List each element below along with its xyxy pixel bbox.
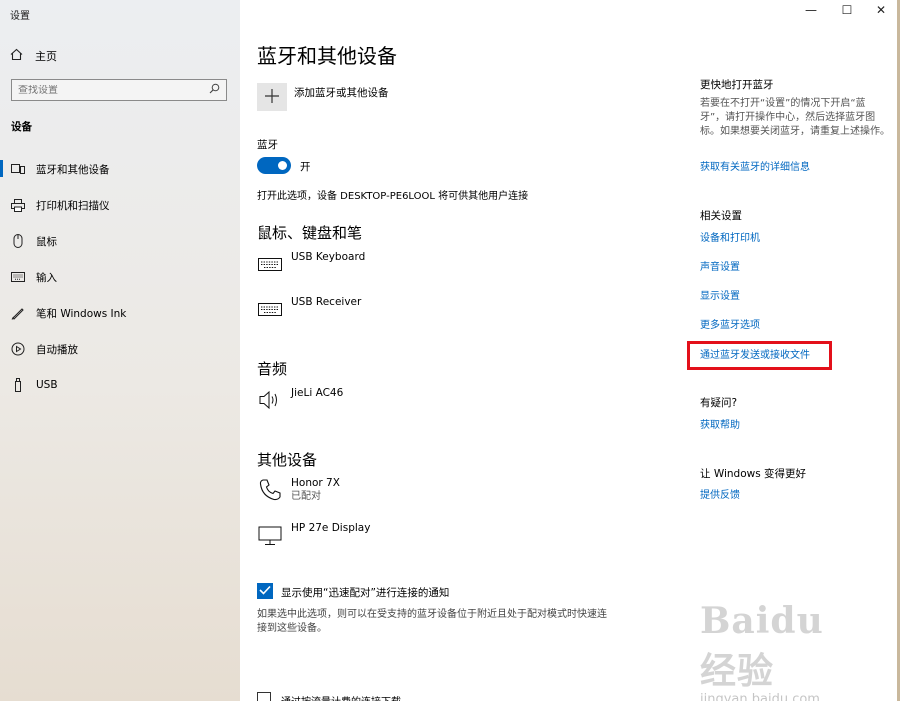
device-usb-receiver[interactable]: USB Receiver bbox=[257, 295, 361, 322]
autoplay-icon bbox=[11, 342, 25, 356]
page-title: 蓝牙和其他设备 bbox=[257, 44, 397, 68]
device-hp-27e-display[interactable]: HP 27e Display bbox=[257, 521, 370, 548]
sidebar-item-printers[interactable]: 打印机和扫描仪 bbox=[0, 193, 240, 217]
device-name: Honor 7X bbox=[291, 477, 340, 489]
mouse-icon bbox=[11, 234, 25, 248]
sidebar-item-label: USB bbox=[36, 379, 58, 391]
sidebar-item-label: 打印机和扫描仪 bbox=[36, 199, 110, 212]
device-name: USB Receiver bbox=[291, 296, 362, 308]
sidebar: 设置 主页 设备 蓝牙和其他设备 打印机和扫描仪 鼠标 输入 bbox=[0, 0, 240, 701]
close-button[interactable]: ✕ bbox=[871, 3, 891, 17]
watermark-url: jingyan.baidu.com bbox=[700, 692, 820, 701]
add-device-button[interactable] bbox=[257, 83, 287, 111]
bluetooth-toggle[interactable] bbox=[257, 157, 291, 174]
bluetooth-info-link[interactable]: 获取有关蓝牙的详细信息 bbox=[700, 158, 890, 173]
toggle-knob bbox=[278, 161, 287, 170]
speaker-icon bbox=[257, 387, 283, 413]
link-devices-printers[interactable]: 设备和打印机 bbox=[700, 229, 890, 244]
add-device-label[interactable]: 添加蓝牙或其他设备 bbox=[294, 85, 389, 100]
device-jieli-ac46[interactable]: JieLi AC46 bbox=[257, 386, 343, 413]
metered-download-label[interactable]: 通过按流量计费的连接下载 bbox=[281, 693, 401, 701]
keyboard-icon bbox=[257, 251, 283, 277]
phone-icon bbox=[257, 477, 283, 503]
group-header-mouse-keyboard-pen: 鼠标、键盘和笔 bbox=[257, 224, 363, 242]
sidebar-item-pen[interactable]: 笔和 Windows Ink bbox=[0, 301, 240, 325]
search-input[interactable] bbox=[18, 84, 198, 96]
swift-pair-label[interactable]: 显示使用“迅速配对”进行连接的通知 bbox=[281, 585, 449, 600]
link-more-bluetooth-options[interactable]: 更多蓝牙选项 bbox=[700, 316, 890, 331]
search-icon[interactable] bbox=[209, 83, 220, 97]
plus-icon bbox=[264, 88, 280, 107]
sidebar-item-label: 自动播放 bbox=[36, 343, 78, 356]
sidebar-item-label: 鼠标 bbox=[36, 235, 57, 248]
sidebar-item-label: 笔和 Windows Ink bbox=[36, 307, 127, 320]
sidebar-item-label: 蓝牙和其他设备 bbox=[36, 163, 110, 176]
sidebar-item-typing[interactable]: 输入 bbox=[0, 265, 240, 289]
feedback-link[interactable]: 提供反馈 bbox=[700, 486, 890, 501]
main-content: — ☐ ✕ 蓝牙和其他设备 添加蓝牙或其他设备 蓝牙 开 打开此选项，设备 DE… bbox=[240, 0, 900, 701]
usb-icon bbox=[11, 378, 25, 392]
sidebar-section-header: 设备 bbox=[11, 121, 32, 133]
search-box[interactable] bbox=[11, 79, 227, 101]
device-name: HP 27e Display bbox=[291, 522, 371, 534]
group-header-audio: 音频 bbox=[257, 360, 288, 378]
link-sound-settings[interactable]: 声音设置 bbox=[700, 258, 890, 273]
keyboard-icon bbox=[11, 270, 25, 284]
window-title: 设置 bbox=[10, 11, 30, 22]
checkmark-icon bbox=[259, 585, 271, 598]
device-honor-7x[interactable]: Honor 7X 已配对 bbox=[257, 476, 340, 504]
pen-icon bbox=[11, 306, 25, 320]
discoverable-text: 打开此选项，设备 DESKTOP-PE6LOOL 将可供其他用户连接 bbox=[257, 191, 529, 202]
related-settings-header: 相关设置 bbox=[700, 210, 742, 222]
question-header: 有疑问? bbox=[700, 397, 738, 409]
nav-home[interactable]: 主页 bbox=[10, 46, 57, 66]
home-icon bbox=[10, 48, 23, 64]
sidebar-item-mouse[interactable]: 鼠标 bbox=[0, 229, 240, 253]
quick-bluetooth-header: 更快地打开蓝牙 bbox=[700, 79, 774, 91]
get-help-link[interactable]: 获取帮助 bbox=[700, 416, 890, 431]
swift-pair-description: 如果选中此选项，则可以在受支持的蓝牙设备位于附近且处于配对模式时快速连接到这些设… bbox=[257, 609, 607, 634]
monitor-icon bbox=[257, 522, 283, 548]
bluetooth-label: 蓝牙 bbox=[257, 139, 278, 151]
maximize-button[interactable]: ☐ bbox=[837, 3, 857, 17]
minimize-button[interactable]: — bbox=[801, 3, 821, 17]
device-name: JieLi AC46 bbox=[291, 387, 344, 399]
swift-pair-checkbox[interactable] bbox=[257, 583, 273, 599]
device-status: 已配对 bbox=[291, 491, 321, 502]
device-usb-keyboard[interactable]: USB Keyboard bbox=[257, 250, 365, 277]
nav-home-label: 主页 bbox=[35, 50, 57, 63]
keyboard-icon bbox=[257, 296, 283, 322]
quick-bluetooth-text: 若要在不打开“设置”的情况下开启“蓝牙”，请打开操作中心，然后选择蓝牙图标。如果… bbox=[700, 98, 890, 137]
sidebar-item-bluetooth-devices[interactable]: 蓝牙和其他设备 bbox=[0, 157, 240, 181]
sidebar-item-autoplay[interactable]: 自动播放 bbox=[0, 337, 240, 361]
bluetooth-state: 开 bbox=[300, 161, 311, 173]
watermark-logo: Baidu经验 bbox=[700, 600, 824, 692]
sidebar-item-label: 输入 bbox=[36, 271, 57, 284]
group-header-other-devices: 其他设备 bbox=[257, 451, 318, 469]
sidebar-item-usb[interactable]: USB bbox=[0, 373, 240, 397]
metered-download-checkbox[interactable] bbox=[257, 692, 271, 701]
printer-icon bbox=[11, 198, 25, 212]
baidu-watermark: Baidu经验 jingyan.baidu.com bbox=[700, 600, 860, 701]
link-display-settings[interactable]: 显示设置 bbox=[700, 287, 890, 302]
device-name: USB Keyboard bbox=[291, 251, 366, 263]
devices-icon bbox=[11, 162, 25, 176]
highlight-box bbox=[687, 341, 832, 370]
improve-windows-header: 让 Windows 变得更好 bbox=[700, 468, 807, 480]
